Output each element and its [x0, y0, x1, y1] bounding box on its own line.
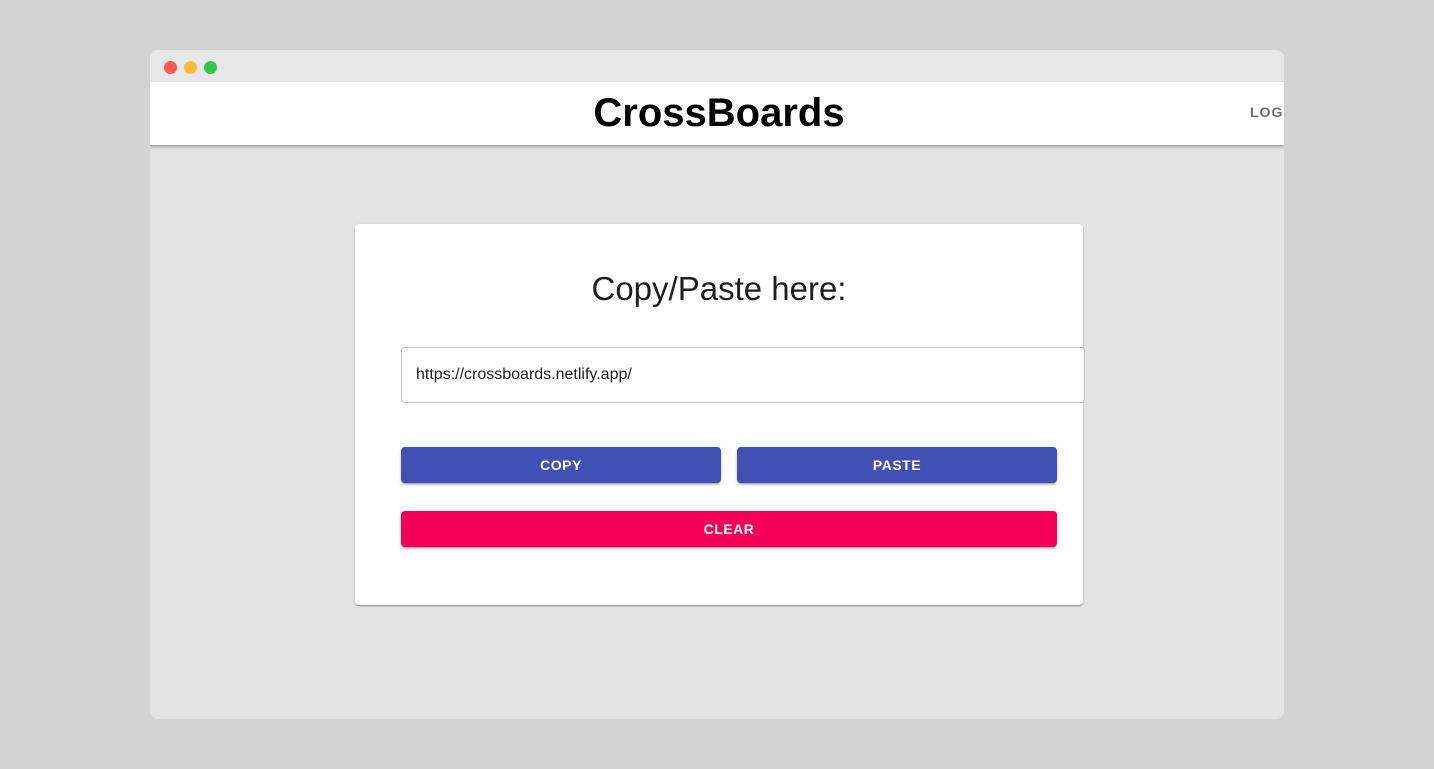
- app-bar: CrossBoards LOGOUT: [150, 82, 1284, 145]
- clipboard-text-input[interactable]: [401, 347, 1085, 403]
- browser-window: CrossBoards LOGOUT Copy/Paste here: COPY…: [150, 50, 1284, 719]
- copy-button[interactable]: COPY: [401, 447, 721, 483]
- logout-button[interactable]: LOGOUT: [1250, 104, 1284, 120]
- close-window-button[interactable]: [164, 61, 177, 74]
- card-heading: Copy/Paste here:: [591, 270, 847, 307]
- maximize-window-button[interactable]: [204, 61, 217, 74]
- window-titlebar: [150, 50, 1284, 82]
- app-title: CrossBoards: [593, 91, 845, 135]
- paste-button[interactable]: PASTE: [737, 447, 1057, 483]
- clear-button[interactable]: CLEAR: [401, 511, 1057, 547]
- minimize-window-button[interactable]: [184, 61, 197, 74]
- clipboard-card: Copy/Paste here: COPY PASTE CLEAR: [355, 224, 1085, 605]
